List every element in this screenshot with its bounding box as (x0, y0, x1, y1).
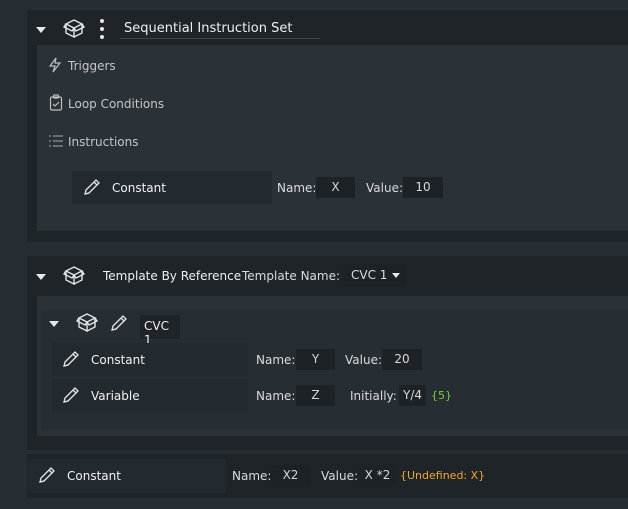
initially-field[interactable]: Y/4 (399, 385, 426, 406)
template-row-constant (52, 343, 248, 376)
title-underline (120, 38, 320, 39)
constant-type-label: Constant (67, 469, 121, 483)
name-field[interactable]: X (316, 177, 355, 198)
template-name-select[interactable]: CVC 1 (343, 264, 406, 287)
loop-conditions-label[interactable]: Loop Conditions (68, 96, 164, 112)
row-type-label: Variable (91, 389, 140, 403)
value-label: Value: (321, 469, 358, 483)
name-label: Name: (277, 181, 317, 195)
value-label: Value: (366, 181, 403, 195)
pencil-icon[interactable] (109, 313, 129, 333)
error-result: {Undefined: X} (400, 469, 486, 482)
chevron-down-icon (392, 273, 400, 278)
value-field[interactable]: X *2 (359, 465, 396, 486)
clipboard-check-icon (49, 94, 63, 111)
template-by-reference-title: Template By Reference (103, 269, 242, 283)
name-label: Name: (256, 389, 296, 403)
value-field[interactable]: 20 (382, 349, 422, 370)
package-icon (76, 312, 98, 334)
instructions-label[interactable]: Instructions (68, 134, 138, 150)
name-label: Name: (232, 469, 272, 483)
name-label: Name: (256, 353, 296, 367)
collapse-caret-icon[interactable] (49, 321, 59, 327)
list-icon (48, 134, 64, 148)
row-type-label: Constant (91, 353, 145, 367)
constant-row (28, 459, 226, 493)
instruction-type-label: Constant (112, 181, 166, 195)
template-name-label: Template Name: (242, 269, 341, 283)
package-icon (63, 265, 85, 287)
inner-title-box[interactable]: CVC 1 (140, 315, 180, 347)
name-field[interactable]: Z (296, 385, 335, 406)
pencil-icon[interactable] (37, 465, 57, 485)
evaluated-result: {5} (431, 389, 452, 402)
template-row-variable (52, 379, 248, 412)
collapse-caret-icon[interactable] (36, 27, 46, 33)
value-label: Value: (345, 353, 382, 367)
lightning-icon (48, 57, 62, 73)
package-icon (63, 18, 85, 40)
triggers-label[interactable]: Triggers (68, 58, 116, 74)
instruction-set-title[interactable]: Sequential Instruction Set (124, 21, 292, 37)
instruction-row (72, 171, 272, 204)
more-options-icon[interactable] (100, 19, 104, 39)
pencil-icon[interactable] (61, 385, 81, 405)
pencil-icon[interactable] (61, 349, 81, 369)
name-field[interactable]: Y (296, 349, 335, 370)
initially-label: Initially: (350, 389, 397, 403)
value-field[interactable]: 10 (403, 177, 443, 198)
collapse-caret-icon[interactable] (36, 274, 46, 280)
template-name-value: CVC 1 (351, 268, 388, 282)
name-field[interactable]: X2 (271, 465, 310, 486)
pencil-icon[interactable] (82, 177, 102, 197)
